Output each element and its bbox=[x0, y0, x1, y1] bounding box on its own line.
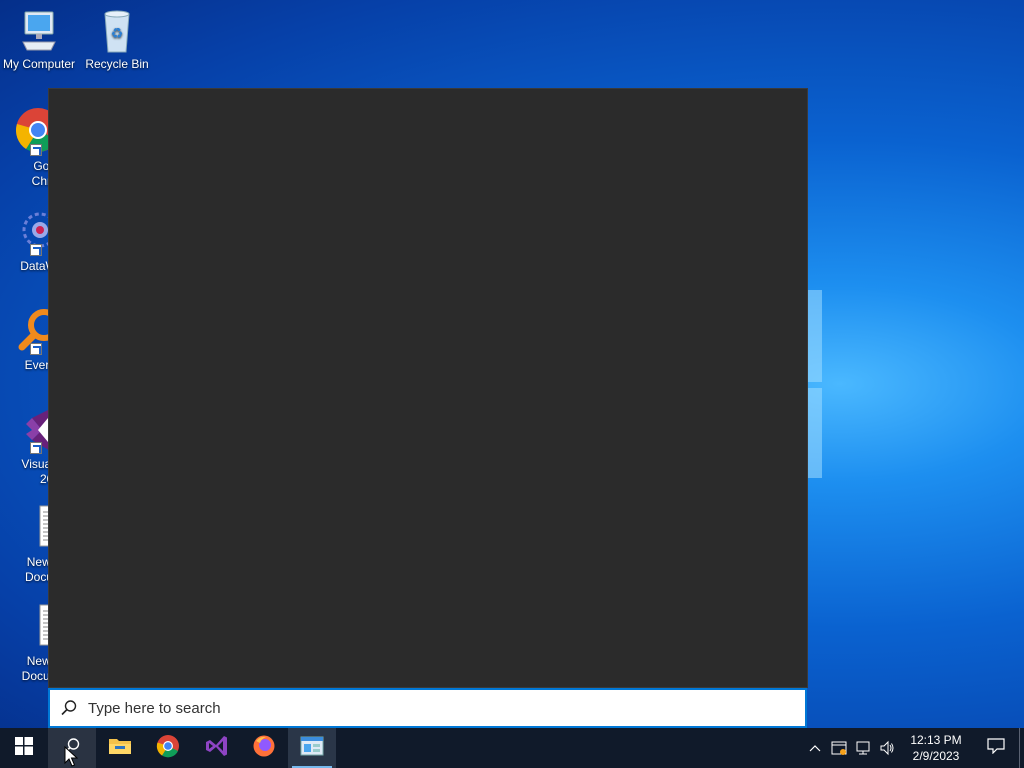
taskbar-firefox-button[interactable] bbox=[240, 728, 288, 768]
wallpaper-beam bbox=[808, 388, 822, 478]
desktop-icon-my-computer[interactable]: My Computer bbox=[0, 8, 78, 72]
desktop-icon-label: My Computer bbox=[2, 57, 76, 71]
shortcut-arrow-icon bbox=[30, 343, 42, 355]
search-input[interactable] bbox=[88, 693, 768, 723]
firefox-icon bbox=[252, 734, 276, 763]
chevron-up-icon[interactable] bbox=[803, 728, 827, 768]
desktop-icon-recycle-bin[interactable]: ♻ Recycle Bin bbox=[78, 8, 156, 72]
recycle-bin-icon: ♻ bbox=[97, 8, 137, 54]
taskbar-control-panel-button[interactable] bbox=[288, 728, 336, 768]
system-tray: 12:13 PM 2/9/2023 bbox=[803, 728, 1024, 768]
svg-text:♻: ♻ bbox=[111, 26, 124, 42]
visual-studio-icon bbox=[204, 734, 228, 763]
chrome-icon bbox=[156, 734, 180, 763]
app-window-icon bbox=[300, 736, 324, 761]
computer-icon bbox=[19, 8, 59, 54]
shortcut-arrow-icon bbox=[30, 244, 42, 256]
notification-icon bbox=[987, 737, 1005, 759]
taskbar-clock[interactable]: 12:13 PM 2/9/2023 bbox=[899, 732, 973, 764]
shortcut-arrow-icon bbox=[30, 442, 42, 454]
taskbar-file-explorer-button[interactable] bbox=[96, 728, 144, 768]
search-flyout-panel bbox=[48, 88, 808, 688]
wallpaper-beam bbox=[808, 290, 822, 382]
network-icon[interactable] bbox=[851, 728, 875, 768]
folder-icon bbox=[108, 736, 132, 761]
clock-date: 2/9/2023 bbox=[912, 749, 960, 763]
mouse-cursor-icon bbox=[64, 745, 79, 768]
search-icon bbox=[50, 689, 88, 727]
taskbar: 12:13 PM 2/9/2023 bbox=[0, 728, 1024, 768]
start-button[interactable] bbox=[0, 728, 48, 768]
windows-logo-icon bbox=[15, 736, 33, 760]
search-box[interactable] bbox=[48, 688, 807, 728]
shortcut-arrow-icon bbox=[30, 144, 42, 156]
show-desktop-button[interactable] bbox=[1019, 728, 1024, 768]
taskbar-chrome-button[interactable] bbox=[144, 728, 192, 768]
taskbar-visual-studio-button[interactable] bbox=[192, 728, 240, 768]
action-center-button[interactable] bbox=[973, 728, 1019, 768]
clock-time: 12:13 PM bbox=[910, 733, 962, 747]
desktop-icon-label: Recycle Bin bbox=[85, 57, 149, 71]
volume-icon[interactable] bbox=[875, 728, 899, 768]
security-icon[interactable] bbox=[827, 728, 851, 768]
